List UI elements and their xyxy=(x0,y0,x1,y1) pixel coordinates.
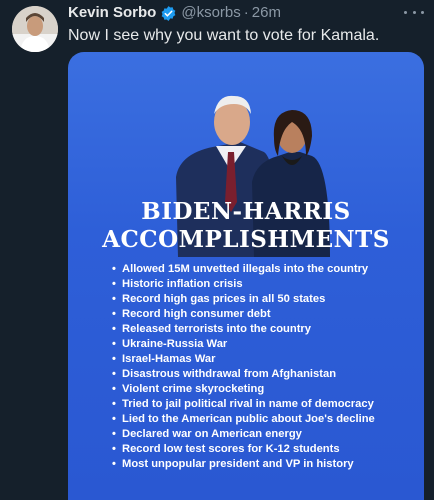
author-handle[interactable]: @ksorbs xyxy=(181,3,240,23)
tweet: Kevin Sorbo @ksorbs · 26m Now I see why … xyxy=(0,0,434,500)
tweet-image[interactable]: BIDEN-HARRIS ACCOMPLISHMENTS • Allowed 15… xyxy=(68,52,424,500)
list-item: • Israel-Hamas War xyxy=(112,353,216,365)
timestamp[interactable]: 26m xyxy=(252,3,281,23)
author-name[interactable]: Kevin Sorbo xyxy=(68,3,156,23)
list-item: • Violent crime skyrocketing xyxy=(112,383,265,395)
tweet-header: Kevin Sorbo @ksorbs · 26m xyxy=(68,3,281,23)
tweet-text: Now I see why you want to vote for Kamal… xyxy=(68,27,380,44)
accomplishments-list: • Allowed 15M unvetted illegals into the … xyxy=(112,262,375,472)
list-item: • Lied to the American public about Joe's… xyxy=(112,413,375,425)
list-item: • Record low test scores for K-12 student… xyxy=(112,443,340,455)
list-item: • Released terrorists into the country xyxy=(112,323,311,335)
separator-dot: · xyxy=(243,4,249,21)
avatar[interactable] xyxy=(12,6,58,52)
more-options-icon[interactable] xyxy=(404,4,424,20)
list-item: • Historic inflation crisis xyxy=(112,278,243,290)
list-item: • Declared war on American energy xyxy=(112,428,302,440)
list-item: • Record high consumer debt xyxy=(112,308,271,320)
list-item: • Ukraine-Russia War xyxy=(112,338,228,350)
list-item: • Tried to jail political rival in name o… xyxy=(112,398,374,410)
list-item: • Record high gas prices in all 50 states xyxy=(112,293,326,305)
verified-badge-icon xyxy=(160,5,177,22)
poster-title-line-2: ACCOMPLISHMENTS xyxy=(102,226,390,253)
list-item: • Disastrous withdrawal from Afghanistan xyxy=(112,368,337,380)
list-item: • Most unpopular president and VP in hist… xyxy=(112,458,354,470)
avatar-image xyxy=(12,6,58,52)
poster-title-line-1: BIDEN-HARRIS xyxy=(141,198,351,225)
list-item: • Allowed 15M unvetted illegals into the … xyxy=(112,263,369,275)
